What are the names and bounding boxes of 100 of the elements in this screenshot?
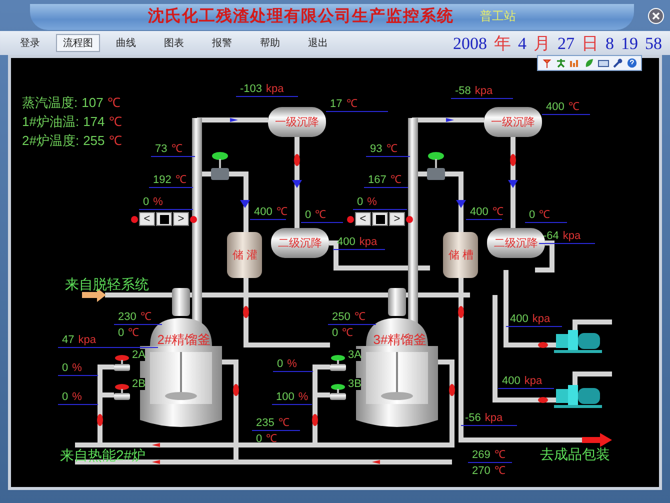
menu-item[interactable]: 帮助 [248,34,292,52]
reading-unit: ℃ [140,310,152,324]
menu-item[interactable]: 曲线 [104,34,148,52]
reading-unit: ℃ [315,208,326,222]
reading-unit: ℃ [539,208,550,222]
date-number: 19 [621,34,638,54]
valve-label: 3B [348,378,362,390]
valve-label: 2B [132,378,146,390]
date-unit: 日 [582,32,598,54]
tank-label: 储 灌 [232,248,258,262]
reading-unit: kpa [78,333,96,347]
reading-value: 0 [143,195,150,209]
decrease-button[interactable]: < [355,212,371,226]
reading-value: 0 [529,208,536,222]
reading-value: 269 [472,448,490,462]
reading-value: 0 [256,432,262,446]
menu-item[interactable]: 图表 [152,34,196,52]
window-title: 沈氏化工残渣处理有限公司生产监控系统 [148,6,454,27]
tank-label: 储 槽 [448,248,474,262]
menu-item[interactable]: 报警 [200,34,244,52]
reading-unit: % [287,357,297,371]
station-label: 普工站 [480,8,516,25]
status-value: 255 [83,132,105,150]
flow-label: 去成品包装 [540,446,610,464]
reading-unit: ℃ [494,448,506,462]
reading-unit: % [72,390,82,404]
reading-unit: % [153,195,163,209]
reading-value: 230 [118,310,136,324]
reading-value: 400 [254,205,272,219]
increase-button[interactable]: > [173,212,189,226]
reading-value: -103 [240,82,262,96]
decrease-button[interactable]: < [139,212,155,226]
status-value: 107 [82,94,104,112]
reading-value: 400 [502,374,520,388]
tank-label: 二级沉降 [278,236,322,250]
reading-unit: kpa [359,235,378,249]
reading-unit: kpa [266,82,284,96]
reading-value: 17 [330,97,342,111]
date-number: 2008 [453,34,487,54]
reactor-label: 3#精馏釜 [373,331,427,349]
flow-label: 来自热能2#炉 [60,447,146,465]
reading-value: 270 [472,464,490,478]
reading-unit: ℃ [354,310,366,324]
reading-value: 400 [470,205,488,219]
reading-unit: kpa [562,229,581,243]
status-value: 174 [83,113,105,131]
reading-value: 93 [370,142,382,156]
reading-value: 0 [62,390,68,404]
reactor-label: 2#精馏釜 [157,331,211,349]
status-unit: ℃ [108,132,122,150]
reading-unit: ℃ [171,142,182,156]
reading-value: 167 [368,173,386,187]
reading-value: 400 [510,312,528,326]
reading-unit: ℃ [492,205,504,219]
reading-value: 0 [305,208,312,222]
status-label: 1#炉油温: [22,113,80,131]
menu-item[interactable]: 登录 [8,34,52,52]
reading-value: -56 [465,411,481,425]
date-unit: 月 [534,32,550,54]
tank-label: 一级沉降 [491,116,535,130]
reading-value: 0 [62,361,68,375]
reading-unit: ℃ [390,173,402,187]
reading-value: -64 [543,229,559,243]
menu-item[interactable]: 退出 [296,34,340,52]
reading-unit: ℃ [266,432,278,446]
reading-unit: ℃ [128,326,140,340]
reading-value: 400 [546,100,564,114]
reading-unit: ℃ [342,326,354,340]
reading-value: 0 [357,195,364,209]
reading-value: 0 [277,357,284,371]
reading-unit: kpa [524,374,542,388]
increase-button[interactable]: > [389,212,405,226]
tank-label: 一级沉降 [275,116,319,130]
reading-value: -58 [455,84,471,98]
status-unit: ℃ [107,94,120,112]
status-unit: ℃ [108,113,122,131]
reading-unit: % [72,361,82,375]
reading-value: 250 [332,310,350,324]
status-label: 2#炉温度: [22,132,80,150]
reading-value: 100 [276,390,294,404]
date-number: 27 [558,34,574,54]
reading-unit: ℃ [278,416,290,430]
menu-item[interactable]: 流程图 [56,34,100,52]
reading-value: 73 [155,142,168,156]
reading-value: 0 [118,326,124,340]
reading-unit: ℃ [494,464,506,478]
date-unit: 年 [494,32,511,54]
reading-unit: % [298,390,308,404]
reading-value: 0 [332,326,338,340]
date-number: 58 [645,34,662,54]
reading-unit: kpa [474,84,493,98]
reading-unit: ℃ [175,173,186,187]
date-number: 4 [518,34,526,54]
status-label: 蒸汽温度: [22,94,78,112]
reading-unit: ℃ [346,97,358,111]
reading-value: 400 [337,235,356,249]
reading-value: 47 [62,333,74,347]
reading-unit: kpa [532,312,550,326]
reading-value: 192 [153,173,172,187]
reading-unit: % [367,195,377,209]
